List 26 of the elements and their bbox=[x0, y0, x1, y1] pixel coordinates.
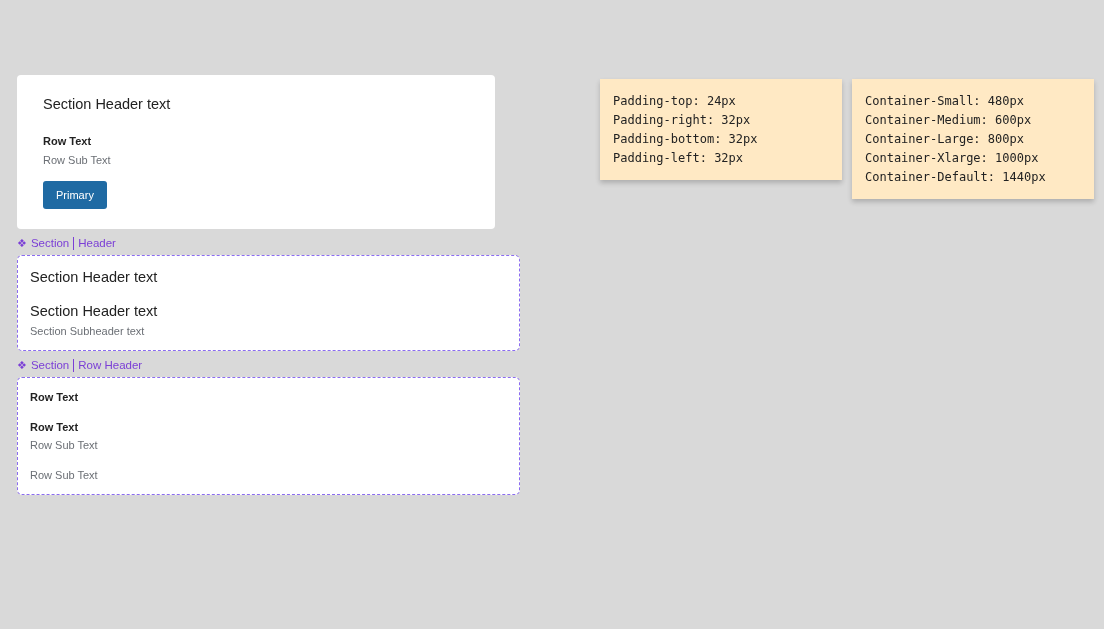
note-line: Padding-right: 32px bbox=[613, 112, 752, 129]
note-line: Container-Small: 480px bbox=[865, 93, 1025, 110]
row-subtitle: Row Sub Text bbox=[43, 153, 111, 167]
row-title: Row Text bbox=[43, 134, 92, 148]
component-label: Section bbox=[30, 358, 70, 372]
note-line: Container-Xlarge: 1000px bbox=[865, 150, 1040, 167]
note-line: Container-Medium: 600px bbox=[865, 112, 1033, 129]
component-icon: ❖ bbox=[17, 236, 27, 250]
component-label: Section bbox=[30, 236, 70, 250]
section-header: Section Header text bbox=[43, 95, 171, 113]
row-subtitle: Row Sub Text bbox=[30, 438, 98, 452]
component-label: Header bbox=[78, 236, 116, 250]
note-line: Container-Default: 1440px bbox=[865, 169, 1047, 186]
row-title: Row Text bbox=[30, 420, 79, 434]
note-line: Padding-left: 32px bbox=[613, 150, 745, 167]
note-line: Padding-bottom: 32px bbox=[613, 131, 759, 148]
primary-button[interactable]: Primary bbox=[43, 181, 107, 209]
row-subtitle: Row Sub Text bbox=[30, 468, 98, 482]
row-title: Row Text bbox=[30, 390, 79, 404]
section-header: Section Header text bbox=[30, 268, 158, 286]
component-label: Row Header bbox=[78, 358, 143, 372]
component-icon: ❖ bbox=[17, 358, 27, 372]
note-line: Container-Large: 800px bbox=[865, 131, 1025, 148]
section-subheader: Section Subheader text bbox=[30, 324, 145, 338]
section-header: Section Header text bbox=[30, 302, 158, 320]
note-line: Padding-top: 24px bbox=[613, 93, 737, 110]
